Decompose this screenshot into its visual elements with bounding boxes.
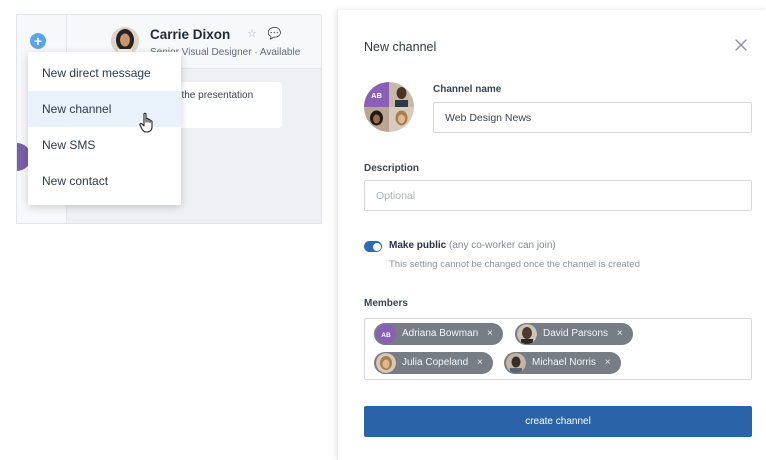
member-initials: AB — [381, 332, 391, 339]
contact-name: Carrie Dixon — [150, 27, 231, 42]
make-public-note: This setting cannot be changed once the … — [389, 259, 640, 270]
hand-cursor-icon — [139, 112, 153, 133]
menu-item-new-sms[interactable]: New SMS — [28, 127, 181, 163]
description-label: Description — [364, 163, 420, 174]
member-name: Adriana Bowman — [402, 328, 479, 339]
new-channel-modal: New channel AB Channel name Description … — [337, 10, 766, 460]
menu-item-new-contact[interactable]: New contact — [28, 163, 181, 199]
create-channel-button[interactable]: create channel — [364, 406, 752, 437]
channel-name-label: Channel name — [433, 84, 502, 95]
plus-icon[interactable]: + — [30, 33, 46, 49]
favorite-chat-icons[interactable]: ☆ 💬 — [247, 27, 286, 40]
remove-member-icon[interactable]: × — [487, 328, 493, 339]
remove-member-icon[interactable]: × — [605, 357, 611, 368]
contact-avatar[interactable] — [111, 27, 139, 55]
member-name: Michael Norris — [532, 357, 596, 368]
make-public-label: Make public (any co-worker can join) — [389, 240, 556, 251]
make-public-title: Make public — [389, 240, 447, 251]
member-avatar — [517, 324, 537, 344]
close-icon[interactable] — [734, 38, 748, 52]
member-avatar: AB — [376, 324, 396, 344]
member-name: David Parsons — [543, 328, 609, 339]
new-item-menu: New direct message New channel New SMS N… — [28, 52, 181, 205]
remove-member-icon[interactable]: × — [477, 357, 483, 368]
make-public-hint: (any co-worker can join) — [449, 240, 556, 251]
members-label: Members — [364, 298, 408, 309]
member-avatar — [506, 353, 526, 373]
member-avatar — [376, 353, 396, 373]
make-public-toggle[interactable] — [364, 241, 382, 252]
channel-name-input[interactable] — [433, 102, 752, 133]
avatar-initials: AB — [371, 91, 382, 100]
member-name: Julia Copeland — [402, 357, 469, 368]
members-field[interactable]: AB Adriana Bowman × David Parsons × Juli… — [364, 318, 752, 380]
member-chip: Julia Copeland × — [374, 352, 493, 374]
menu-item-new-channel[interactable]: New channel — [28, 91, 181, 127]
modal-title: New channel — [364, 40, 437, 54]
member-chip: Michael Norris × — [504, 352, 621, 374]
remove-member-icon[interactable]: × — [617, 328, 623, 339]
member-chip: David Parsons × — [515, 323, 633, 345]
description-input[interactable] — [364, 180, 752, 211]
channel-avatar[interactable]: AB — [364, 82, 414, 132]
member-chip: AB Adriana Bowman × — [374, 323, 503, 345]
menu-item-new-direct-message[interactable]: New direct message — [28, 55, 181, 91]
